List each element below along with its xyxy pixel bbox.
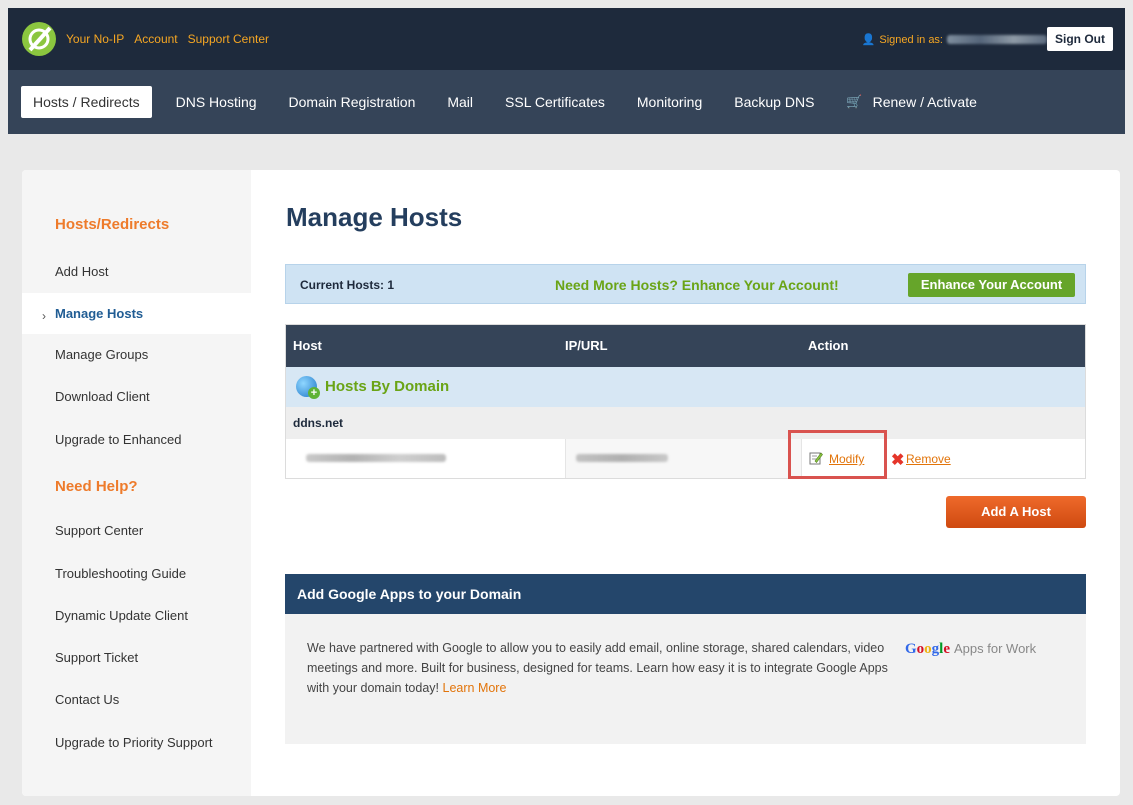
google-apps-title: Add Google Apps to your Domain bbox=[285, 574, 1086, 614]
top-link-support-center[interactable]: Support Center bbox=[188, 32, 269, 46]
sidebar-item-manage-hosts[interactable]: Manage Hosts bbox=[55, 306, 143, 321]
google-logo-letter: o bbox=[924, 641, 932, 657]
chevron-right-icon: › bbox=[42, 309, 46, 323]
domain-name: ddns.net bbox=[293, 416, 343, 430]
google-apps-logo: Google Apps for Work bbox=[905, 641, 1036, 658]
modify-link[interactable]: Modify bbox=[829, 452, 864, 466]
blurred-ip bbox=[576, 454, 668, 462]
top-links: Your No-IP Account Support Center bbox=[66, 32, 279, 46]
sidebar-item-priority-support[interactable]: Upgrade to Priority Support bbox=[55, 735, 213, 750]
sidebar-item-troubleshooting[interactable]: Troubleshooting Guide bbox=[55, 566, 186, 581]
nav-mail[interactable]: Mail bbox=[447, 94, 473, 110]
blurred-hostname bbox=[306, 454, 446, 462]
add-host-button[interactable]: Add A Host bbox=[946, 496, 1086, 528]
enhance-account-button[interactable]: Enhance Your Account bbox=[908, 273, 1075, 297]
sidebar-item-add-host[interactable]: Add Host bbox=[55, 264, 108, 279]
column-action: Action bbox=[808, 338, 849, 353]
remove-x-icon[interactable]: ✖ bbox=[891, 450, 904, 470]
nav-backup-dns[interactable]: Backup DNS bbox=[734, 94, 814, 110]
hosts-count-bar: Current Hosts: 1 Need More Hosts? Enhanc… bbox=[285, 264, 1086, 304]
column-ip-url: IP/URL bbox=[565, 338, 608, 353]
user-icon: 👤 bbox=[861, 34, 876, 46]
plus-icon: + bbox=[308, 387, 320, 399]
edit-icon[interactable] bbox=[809, 451, 823, 465]
column-host: Host bbox=[293, 338, 322, 353]
hosts-table: Host IP/URL Action + Hosts By Domain ddn… bbox=[285, 324, 1086, 479]
top-bar: Your No-IP Account Support Center 👤 Sign… bbox=[8, 8, 1125, 70]
google-logo-letter: e bbox=[943, 641, 951, 657]
table-header: Host IP/URL Action bbox=[286, 325, 1085, 367]
sign-out-button[interactable]: Sign Out bbox=[1047, 27, 1113, 51]
sidebar-item-manage-groups[interactable]: Manage Groups bbox=[55, 347, 148, 362]
hosts-by-domain-row: + Hosts By Domain bbox=[286, 367, 1085, 407]
google-logo-letter: G bbox=[905, 641, 917, 657]
current-hosts-count: Current Hosts: 1 bbox=[300, 278, 395, 292]
content-panel: Hosts/Redirects Add Host › Manage Hosts … bbox=[22, 170, 1120, 796]
google-apps-body-text: We have partnered with Google to allow y… bbox=[307, 641, 888, 695]
nav-domain-registration[interactable]: Domain Registration bbox=[289, 94, 416, 110]
google-logo-word: Google bbox=[905, 641, 950, 657]
remove-link[interactable]: Remove bbox=[906, 452, 951, 466]
nav-dns-hosting[interactable]: DNS Hosting bbox=[176, 94, 257, 110]
nav-ssl-certificates[interactable]: SSL Certificates bbox=[505, 94, 605, 110]
nav-monitoring[interactable]: Monitoring bbox=[637, 94, 702, 110]
sidebar-item-contact-us[interactable]: Contact Us bbox=[55, 692, 119, 707]
cart-icon: 🛒 bbox=[846, 94, 863, 109]
domain-group-row: ddns.net bbox=[286, 407, 1085, 439]
signed-in-label: Signed in as: bbox=[879, 33, 943, 46]
google-apps-description: We have partnered with Google to allow y… bbox=[307, 638, 897, 698]
no-ip-logo-icon[interactable] bbox=[22, 22, 56, 56]
signed-in-status: 👤 Signed in as: bbox=[862, 33, 1047, 46]
ip-cell bbox=[565, 439, 802, 478]
sidebar-item-upgrade-enhanced[interactable]: Upgrade to Enhanced bbox=[55, 432, 181, 447]
table-row: Modify ✖ Remove bbox=[286, 430, 1085, 479]
learn-more-link[interactable]: Learn More bbox=[443, 681, 507, 695]
hosts-by-domain-title: Hosts By Domain bbox=[325, 378, 450, 395]
top-link-account[interactable]: Account bbox=[134, 32, 177, 46]
sidebar-item-download-client[interactable]: Download Client bbox=[55, 389, 150, 404]
blurred-username bbox=[947, 35, 1047, 44]
top-link-your-noip[interactable]: Your No-IP bbox=[66, 32, 124, 46]
google-apps-box: Add Google Apps to your Domain We have p… bbox=[285, 574, 1086, 744]
need-more-hosts-text: Need More Hosts? Enhance Your Account! bbox=[555, 277, 839, 293]
google-logo-tag: Apps for Work bbox=[954, 641, 1037, 656]
main-nav: Hosts / Redirects DNS Hosting Domain Reg… bbox=[8, 70, 1125, 134]
page-title: Manage Hosts bbox=[286, 202, 463, 232]
sidebar-item-support-center[interactable]: Support Center bbox=[55, 523, 143, 538]
sidebar-item-support-ticket[interactable]: Support Ticket bbox=[55, 650, 138, 665]
nav-renew-label: Renew / Activate bbox=[872, 94, 977, 110]
sidebar-heading-help: Need Help? bbox=[55, 478, 138, 495]
nav-renew-activate[interactable]: 🛒 Renew / Activate bbox=[846, 94, 976, 110]
nav-hosts-redirects[interactable]: Hosts / Redirects bbox=[21, 86, 152, 118]
sidebar-item-dynamic-update[interactable]: Dynamic Update Client bbox=[55, 608, 188, 623]
sidebar-heading-hosts: Hosts/Redirects bbox=[55, 216, 170, 233]
sidebar: Hosts/Redirects Add Host › Manage Hosts … bbox=[22, 170, 251, 796]
